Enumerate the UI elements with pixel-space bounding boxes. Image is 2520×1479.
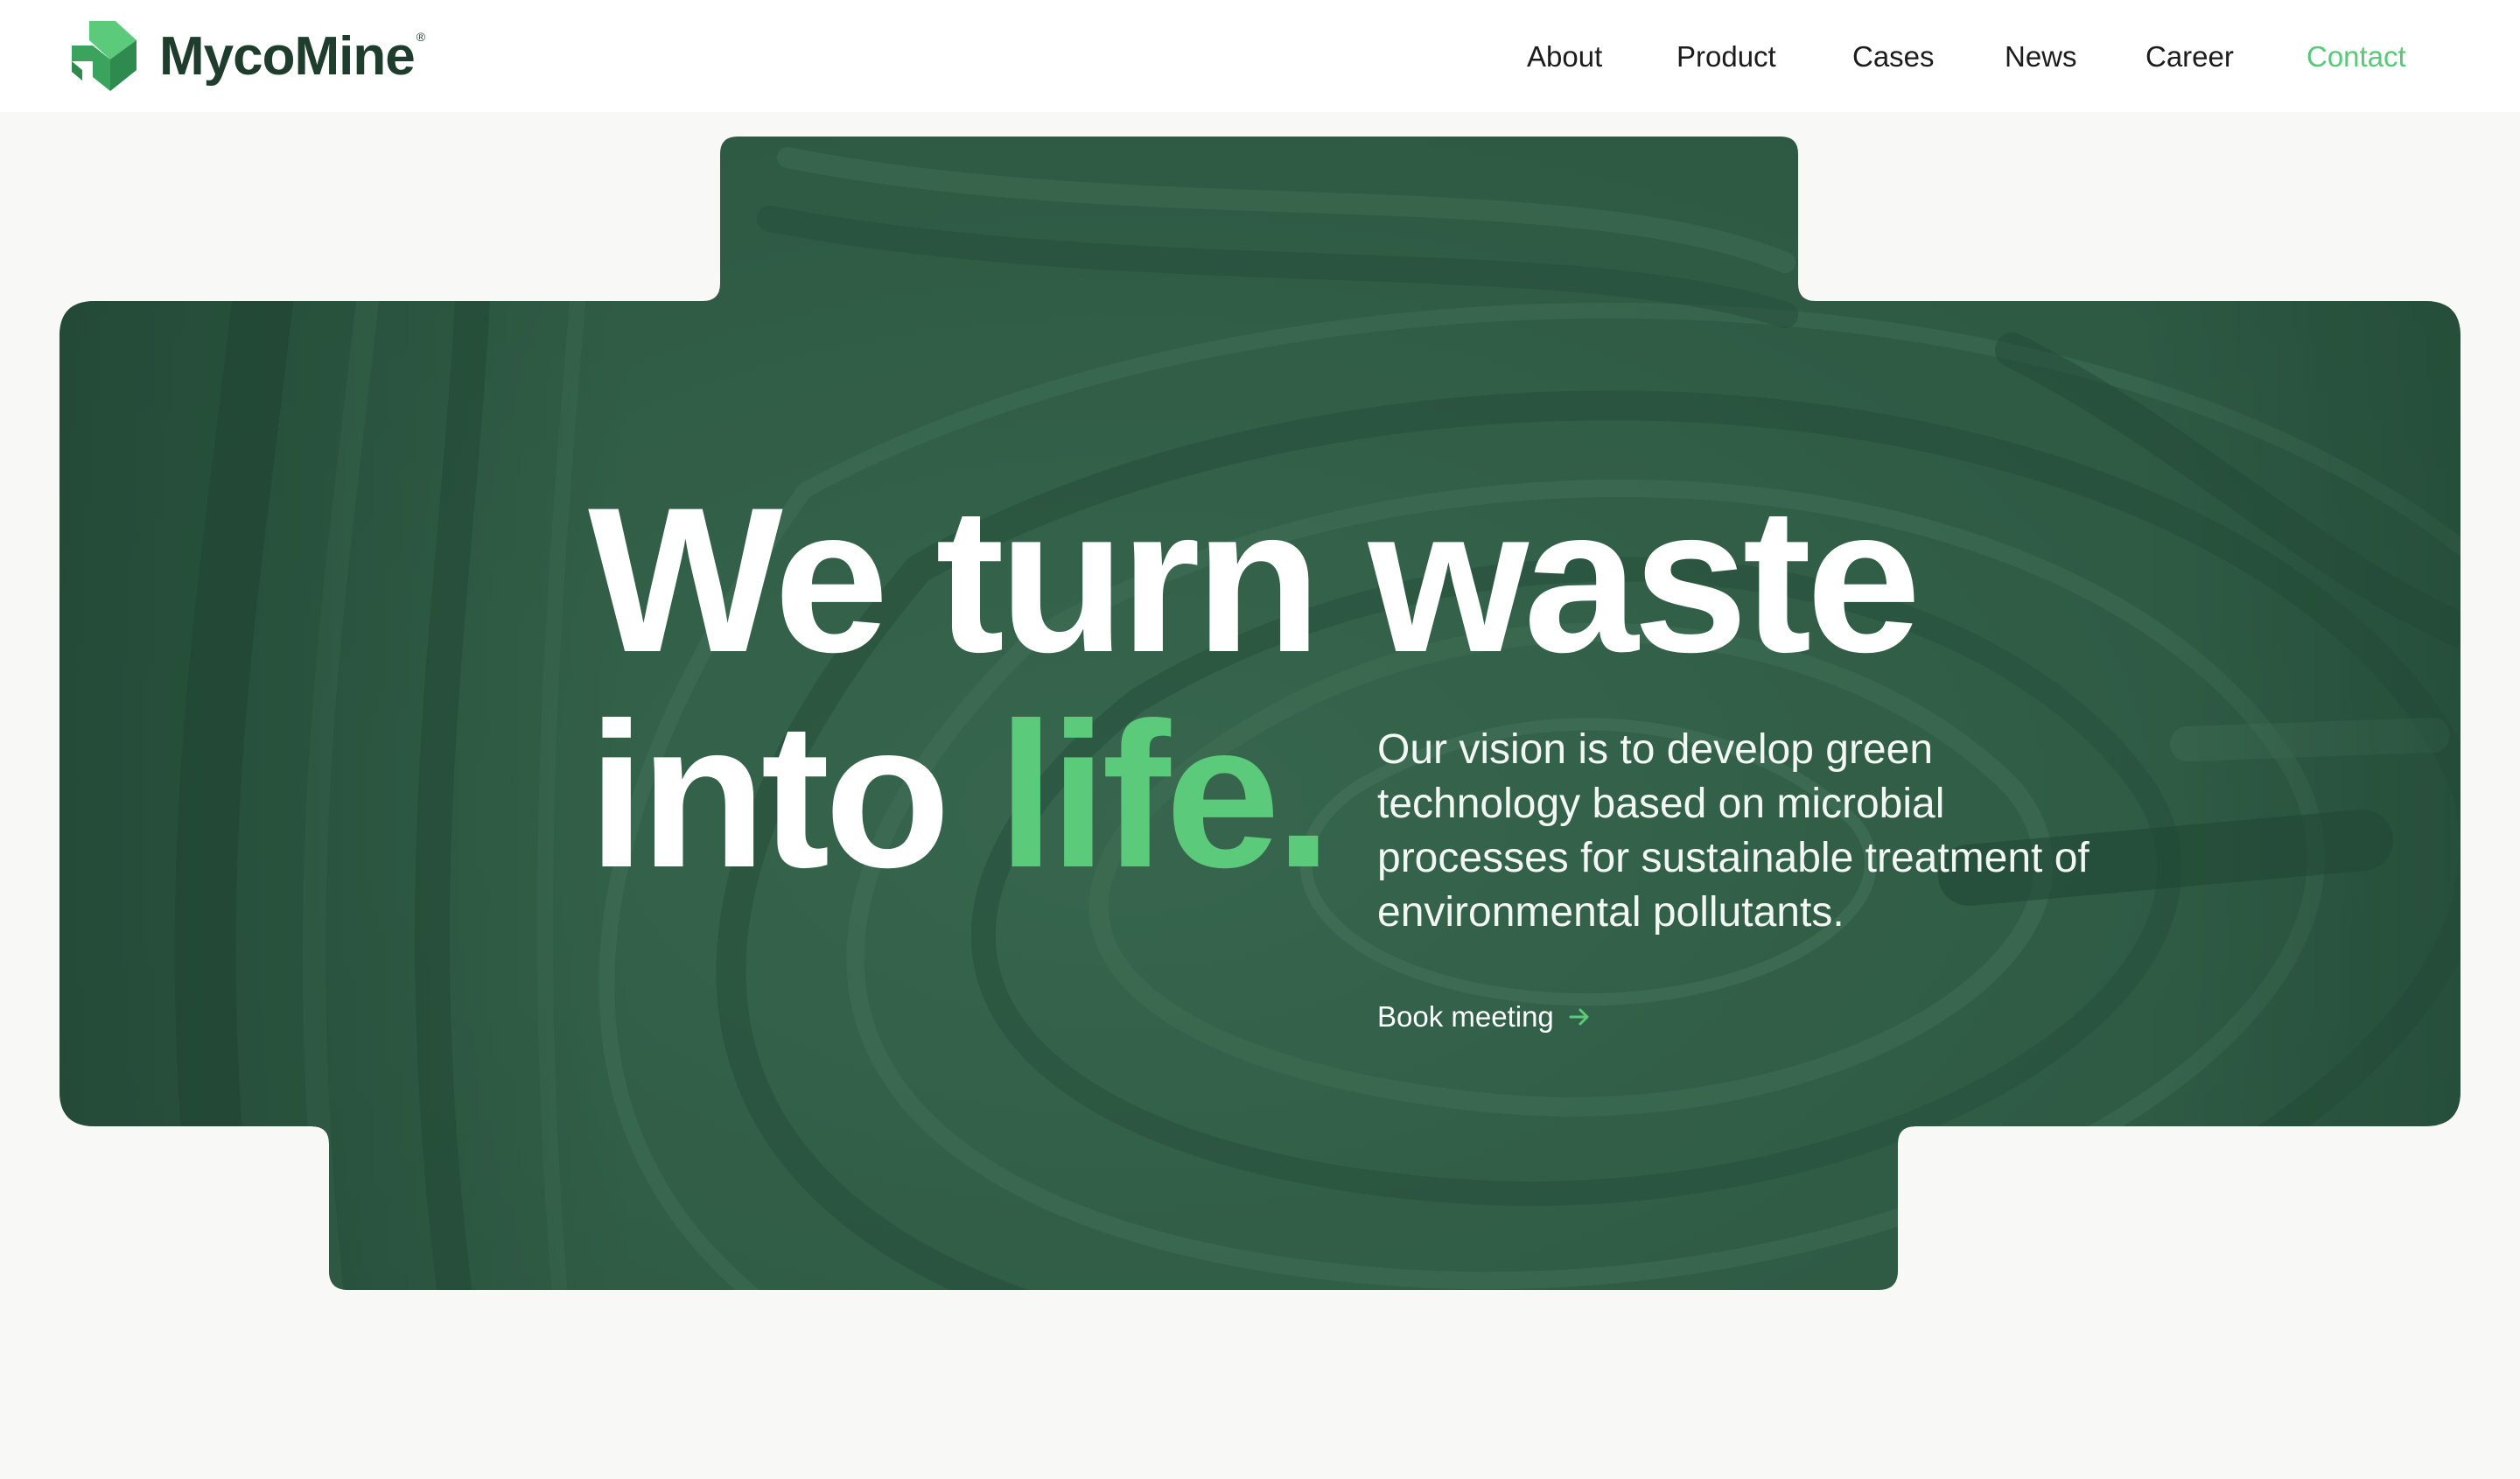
headline-accent: life. (998, 680, 1333, 911)
arrow-right-icon (1569, 1008, 1589, 1026)
site-header: MycoMine ® About Product Cases News Caree… (0, 0, 2520, 112)
nav-item-product[interactable]: Product (1676, 35, 1776, 79)
book-meeting-label: Book meeting (1377, 1000, 1554, 1033)
nav-item-contact[interactable]: Contact (2306, 35, 2406, 79)
main-nav: About Product Cases News Career Contact (0, 35, 2520, 79)
nav-item-career[interactable]: Career (2146, 35, 2234, 79)
nav-item-about[interactable]: About (1527, 35, 1602, 79)
vision-text: Our vision is to develop green technolog… (1377, 726, 2090, 936)
hero-section: We turn waste into life. Our vision is t… (0, 0, 2520, 1479)
nav-item-cases[interactable]: Cases (1852, 35, 1935, 79)
nav-item-news[interactable]: News (2005, 35, 2077, 79)
book-meeting-link[interactable]: Book meeting (1377, 996, 1592, 1038)
headline-line-1: We turn waste (588, 465, 1922, 696)
headline-line-2: into (588, 680, 998, 911)
